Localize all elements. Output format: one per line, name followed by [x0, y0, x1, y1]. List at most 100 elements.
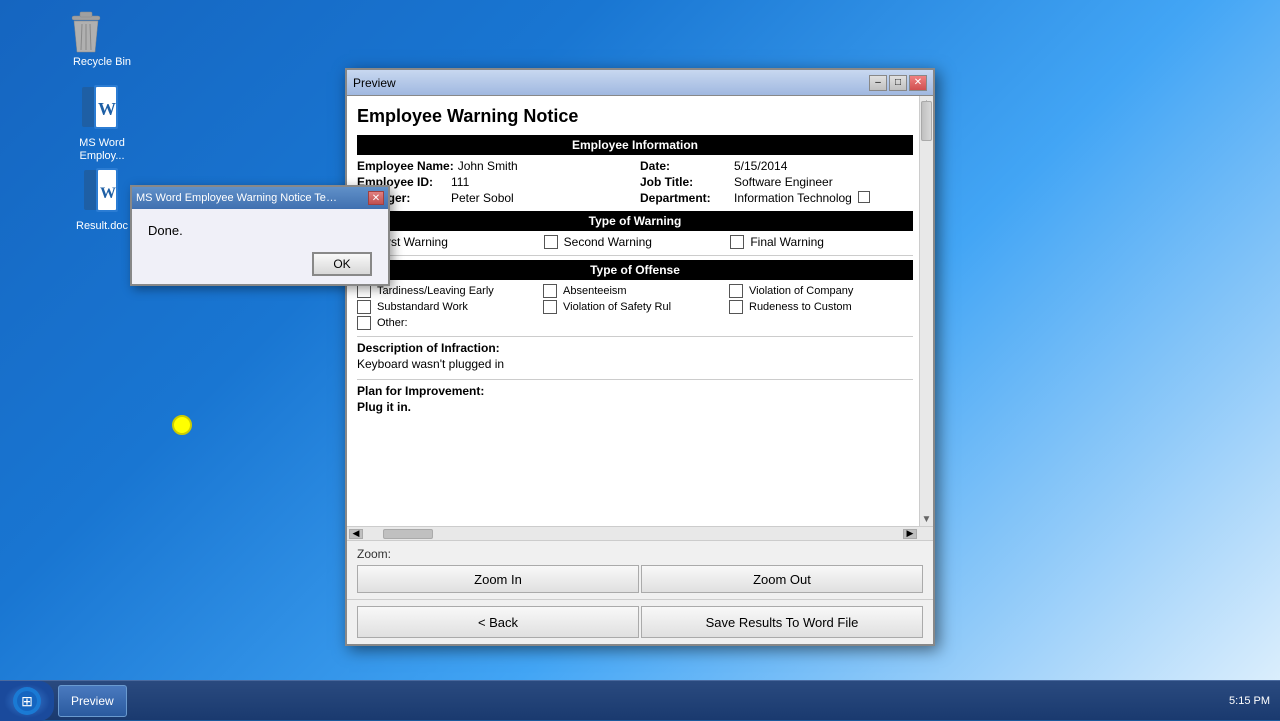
dialog-box: MS Word Employee Warning Notice Tem.... …: [130, 185, 390, 286]
job-title-label: Job Title:: [640, 175, 730, 189]
scroll-thumb[interactable]: [921, 101, 932, 141]
department-row: Department: Information Technolog: [640, 191, 913, 205]
taskbar-preview-label: Preview: [71, 694, 114, 708]
close-button[interactable]: ✕: [909, 75, 927, 91]
employee-info-grid: Employee Name: John Smith Date: 5/15/201…: [357, 159, 913, 205]
final-warning-item: Final Warning: [730, 235, 913, 249]
desktop: Recycle Bin W MS WordEmploy... W Result.…: [0, 0, 1280, 720]
clock-time: 5:15 PM: [1229, 695, 1270, 707]
dialog-titlebar: MS Word Employee Warning Notice Tem.... …: [132, 187, 388, 209]
tardiness-item: Tardiness/Leaving Early: [357, 284, 541, 298]
department-label: Department:: [640, 191, 730, 205]
employee-name-value: John Smith: [458, 159, 518, 173]
taskbar-clock: 5:15 PM: [1229, 695, 1270, 707]
violation-company-checkbox[interactable]: [729, 284, 743, 298]
employee-id-row: Employee ID: 111: [357, 175, 630, 189]
back-button[interactable]: < Back: [357, 606, 639, 638]
form-title: Employee Warning Notice: [357, 106, 913, 127]
manager-row: Manager: Peter Sobol: [357, 191, 630, 205]
second-warning-label: Second Warning: [564, 235, 652, 249]
recycle-bin-label: Recycle Bin: [62, 56, 142, 68]
plan-text: Plug it in.: [357, 400, 913, 414]
substandard-item: Substandard Work: [357, 300, 541, 314]
maximize-button[interactable]: □: [889, 75, 907, 91]
warning-type-header: Type of Warning: [357, 211, 913, 231]
employee-name-label: Employee Name:: [357, 159, 454, 173]
h-scroll-left[interactable]: ◀: [349, 529, 363, 539]
final-warning-checkbox[interactable]: [730, 235, 744, 249]
violation-company-label: Violation of Company: [749, 285, 853, 297]
h-scroll-thumb[interactable]: [383, 529, 433, 539]
divider-2: [357, 336, 913, 337]
other-checkbox[interactable]: [357, 316, 371, 330]
svg-text:⊞: ⊞: [21, 695, 33, 710]
svg-text:W: W: [100, 185, 116, 202]
rudeness-checkbox[interactable]: [729, 300, 743, 314]
zoom-section: Zoom: Zoom In Zoom Out: [347, 540, 933, 599]
dialog-buttons: OK: [148, 252, 372, 276]
job-title-value: Software Engineer: [734, 175, 833, 189]
substandard-checkbox[interactable]: [357, 300, 371, 314]
scroll-down-arrow[interactable]: ▼: [920, 512, 933, 526]
save-button[interactable]: Save Results To Word File: [641, 606, 923, 638]
safety-item: Violation of Safety Rul: [543, 300, 727, 314]
warning-type-grid: First Warning Second Warning Final Warni…: [357, 235, 913, 249]
zoom-in-button[interactable]: Zoom In: [357, 565, 639, 593]
safety-checkbox[interactable]: [543, 300, 557, 314]
window-content: Employee Warning Notice Employee Informa…: [347, 96, 933, 540]
divider-3: [357, 379, 913, 380]
rudeness-label: Rudeness to Custom: [749, 301, 852, 313]
preview-scroll-area: Employee Warning Notice Employee Informa…: [347, 96, 933, 526]
minimize-button[interactable]: –: [869, 75, 887, 91]
zoom-label: Zoom:: [357, 547, 923, 561]
offense-grid: Tardiness/Leaving Early Absenteeism Viol…: [357, 284, 913, 330]
second-warning-item: Second Warning: [544, 235, 727, 249]
date-value: 5/15/2014: [734, 159, 787, 173]
second-warning-checkbox[interactable]: [544, 235, 558, 249]
window-title: Preview: [353, 76, 396, 90]
svg-text:W: W: [98, 99, 116, 119]
absenteeism-checkbox[interactable]: [543, 284, 557, 298]
vertical-scrollbar[interactable]: ▲ ▼: [919, 96, 933, 526]
dept-checkbox: [858, 191, 870, 203]
divider-1: [357, 255, 913, 256]
violation-company-item: Violation of Company: [729, 284, 913, 298]
other-item: Other:: [357, 316, 541, 330]
h-scroll-right[interactable]: ▶: [903, 529, 917, 539]
manager-value: Peter Sobol: [451, 191, 514, 205]
dialog-title: MS Word Employee Warning Notice Tem....: [136, 192, 346, 204]
dialog-ok-button[interactable]: OK: [312, 252, 372, 276]
employee-info-header: Employee Information: [357, 135, 913, 155]
window-controls: – □ ✕: [869, 75, 927, 91]
absenteeism-item: Absenteeism: [543, 284, 727, 298]
job-title-row: Job Title: Software Engineer: [640, 175, 913, 189]
description-text: Keyboard wasn't plugged in: [357, 357, 913, 371]
department-value: Information Technolog: [734, 191, 852, 205]
ms-word-label: MS WordEmploy...: [62, 137, 142, 163]
start-button[interactable]: ⊞: [0, 681, 54, 721]
dialog-message: Done.: [148, 223, 372, 238]
description-section: Description of Infraction: Keyboard wasn…: [357, 341, 913, 371]
horizontal-scrollbar[interactable]: ◀ ▶: [347, 526, 933, 540]
substandard-label: Substandard Work: [377, 301, 468, 313]
description-label: Description of Infraction:: [357, 341, 913, 355]
date-row: Date: 5/15/2014: [640, 159, 913, 173]
taskbar: ⊞ Preview 5:15 PM: [0, 680, 1280, 720]
ms-word-icon[interactable]: W MS WordEmploy...: [62, 85, 142, 163]
other-label: Other:: [377, 317, 408, 329]
taskbar-preview-item[interactable]: Preview: [58, 685, 127, 717]
employee-name-row: Employee Name: John Smith: [357, 159, 630, 173]
zoom-out-button[interactable]: Zoom Out: [641, 565, 923, 593]
recycle-bin-icon[interactable]: Recycle Bin: [62, 8, 142, 68]
preview-window: Preview – □ ✕ Employee Warning Notice Em…: [345, 68, 935, 646]
cursor-indicator: [172, 415, 192, 435]
preview-area: Employee Warning Notice Employee Informa…: [347, 96, 933, 526]
employee-id-value: 111: [451, 175, 469, 189]
date-label: Date:: [640, 159, 730, 173]
safety-label: Violation of Safety Rul: [563, 301, 671, 313]
dialog-close-button[interactable]: ✕: [368, 191, 384, 205]
final-warning-label: Final Warning: [750, 235, 824, 249]
offense-header: Type of Offense: [357, 260, 913, 280]
tardiness-checkbox[interactable]: [357, 284, 371, 298]
dialog-content: Done. OK: [132, 209, 388, 284]
